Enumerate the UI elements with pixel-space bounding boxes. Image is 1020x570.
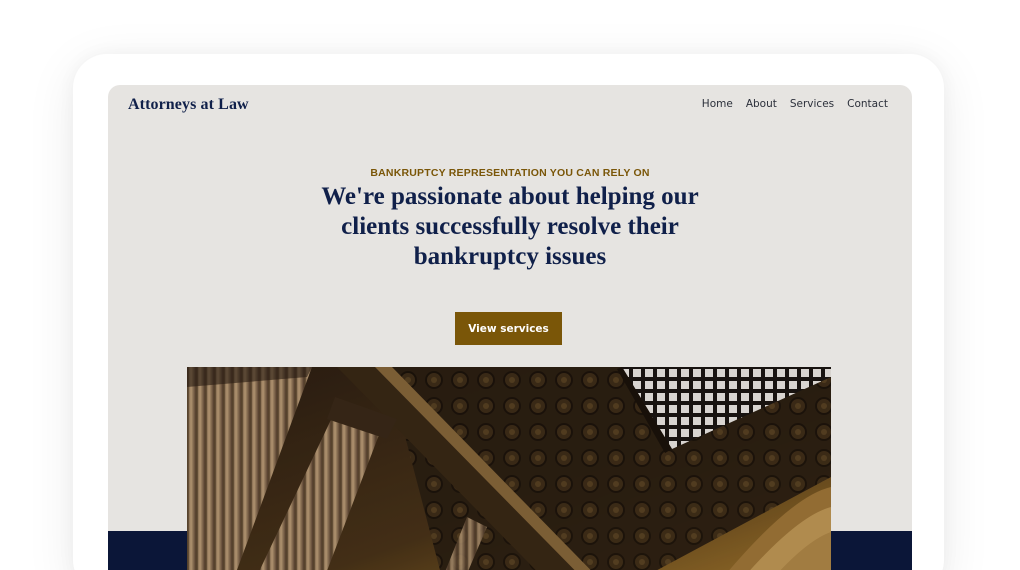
nav-about[interactable]: About xyxy=(746,98,777,110)
headline-line: We're passionate about helping our xyxy=(321,183,699,210)
hero-eyebrow: BANKRUPTCY REPRESENTATION YOU CAN RELY O… xyxy=(370,167,650,179)
headline-line: bankruptcy issues xyxy=(413,243,607,270)
nav-services[interactable]: Services xyxy=(790,98,834,110)
nav-contact[interactable]: Contact xyxy=(847,98,888,110)
website-screen: Attorneys at Law Home About Services Con… xyxy=(108,85,912,570)
courthouse-columns-photo xyxy=(187,367,831,570)
headline-line: clients successfully resolve their xyxy=(341,213,679,240)
nav-links: Home About Services Contact xyxy=(702,98,888,110)
nav-home[interactable]: Home xyxy=(702,98,733,110)
view-services-button[interactable]: View services xyxy=(455,312,562,345)
top-navigation: Attorneys at Law Home About Services Con… xyxy=(108,85,912,125)
hero-headline: We're passionate about helping our clien… xyxy=(290,182,730,272)
brand-logo[interactable]: Attorneys at Law xyxy=(128,96,249,114)
